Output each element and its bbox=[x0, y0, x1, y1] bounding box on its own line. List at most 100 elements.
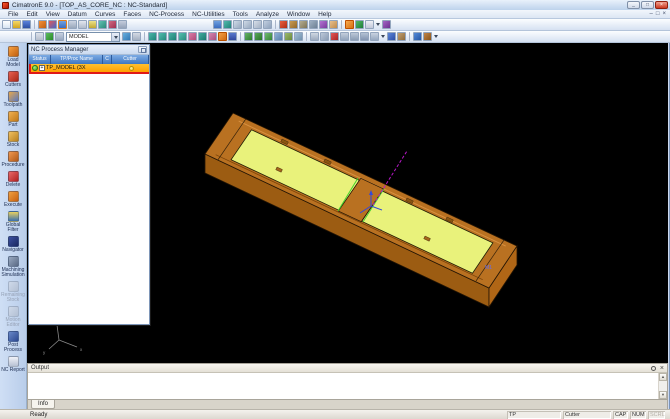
menu-analyze[interactable]: Analyze bbox=[252, 11, 283, 18]
levels-icon[interactable] bbox=[78, 20, 87, 29]
pick-face-icon[interactable] bbox=[294, 32, 303, 41]
sidebar-item-global-filter[interactable]: Global Filter bbox=[0, 210, 27, 234]
entity-options-arrow-icon[interactable] bbox=[380, 32, 386, 41]
nc-setup-icon[interactable] bbox=[35, 32, 44, 41]
sidebar-item-post-process[interactable]: Post Process bbox=[0, 330, 27, 354]
output-scrollbar[interactable]: ▲ ▼ bbox=[658, 373, 667, 399]
sidebar-item-cutters[interactable]: Cutters bbox=[0, 70, 27, 89]
zoom-in-icon[interactable] bbox=[233, 20, 242, 29]
machine-setup-icon[interactable] bbox=[299, 20, 308, 29]
output-close-icon[interactable]: × bbox=[660, 365, 664, 372]
sidebar-item-procedure[interactable]: Procedure bbox=[0, 150, 27, 169]
menu-nc-utilities[interactable]: NC-Utilities bbox=[188, 11, 229, 18]
menu-window[interactable]: Window bbox=[283, 11, 314, 18]
extend-entity-icon[interactable] bbox=[350, 32, 359, 41]
scroll-down-icon[interactable]: ▼ bbox=[659, 391, 667, 399]
pin-icon[interactable] bbox=[651, 366, 656, 371]
faces-toolbar-icon[interactable] bbox=[108, 20, 117, 29]
rotate-view-icon[interactable] bbox=[263, 20, 272, 29]
nc-col-status[interactable]: Status bbox=[29, 55, 51, 64]
uv-toggle-icon[interactable] bbox=[122, 32, 131, 41]
menu-help[interactable]: Help bbox=[314, 11, 335, 18]
trim-entity-icon[interactable] bbox=[340, 32, 349, 41]
gears-pair-icon[interactable] bbox=[289, 20, 298, 29]
sketch-line-icon[interactable] bbox=[310, 32, 319, 41]
sidebar-item-stock[interactable]: Stock bbox=[0, 130, 27, 149]
compass-icon[interactable] bbox=[397, 32, 406, 41]
snap-endpoint-icon[interactable] bbox=[254, 32, 263, 41]
sidebar-item-delete[interactable]: Delete bbox=[0, 170, 27, 189]
tool-purple-icon[interactable] bbox=[319, 20, 328, 29]
clear-selection-icon[interactable] bbox=[218, 32, 227, 41]
output-content[interactable]: ▲ ▼ bbox=[28, 373, 667, 399]
offset-entity-icon[interactable] bbox=[360, 32, 369, 41]
filter-sketches-icon[interactable] bbox=[208, 32, 217, 41]
lamp-icon[interactable] bbox=[88, 20, 97, 29]
save-icon[interactable] bbox=[22, 20, 31, 29]
tab-info[interactable]: Info bbox=[31, 400, 55, 409]
nc-col-cutter[interactable]: Cutter bbox=[112, 55, 149, 64]
nc-panel-dock-button[interactable] bbox=[138, 46, 147, 53]
nc-col-c[interactable]: C bbox=[103, 55, 112, 64]
menu-view[interactable]: View bbox=[42, 11, 64, 18]
shade-mode-icon[interactable] bbox=[132, 32, 141, 41]
sidebar-item-navigator[interactable]: Navigator bbox=[0, 235, 27, 254]
filter-points-icon[interactable] bbox=[188, 32, 197, 41]
sidebar-item-nc-report[interactable]: NC Report bbox=[0, 355, 27, 374]
filter-edges-icon[interactable] bbox=[168, 32, 177, 41]
sidebar-item-part[interactable]: Part bbox=[0, 110, 27, 129]
doc-close-button[interactable]: × bbox=[662, 10, 666, 18]
new-file-icon[interactable] bbox=[2, 20, 11, 29]
menu-tools[interactable]: Tools bbox=[229, 11, 252, 18]
maximize-button[interactable]: □ bbox=[641, 1, 654, 9]
nc-assembly-icon[interactable] bbox=[45, 32, 54, 41]
nc-process-row-selected[interactable]: + TP_MODEL (3X bbox=[29, 64, 149, 74]
sidebar-item-execute[interactable]: Execute bbox=[0, 190, 27, 209]
render-style-icon[interactable] bbox=[423, 32, 432, 41]
menu-nc-process[interactable]: NC-Process bbox=[145, 11, 188, 18]
close-button[interactable]: × bbox=[655, 1, 668, 9]
datum-icon[interactable] bbox=[68, 20, 77, 29]
sidebar-item-machining-simulation[interactable]: Machining Simulation bbox=[0, 255, 27, 279]
doc-restore-button[interactable]: □ bbox=[656, 10, 660, 18]
menu-curves[interactable]: Curves bbox=[91, 11, 120, 18]
delete-entity-icon[interactable] bbox=[330, 32, 339, 41]
cutters-toolbar-icon[interactable] bbox=[48, 20, 57, 29]
filter-curves-icon[interactable] bbox=[178, 32, 187, 41]
report-doc-icon[interactable] bbox=[365, 20, 374, 29]
measure-icon[interactable] bbox=[413, 32, 422, 41]
doc-minimize-button[interactable]: – bbox=[650, 10, 653, 18]
filter-faces-icon[interactable] bbox=[158, 32, 167, 41]
selection-mode-icon[interactable] bbox=[228, 32, 237, 41]
gear-red-icon[interactable] bbox=[279, 20, 288, 29]
redraw-icon[interactable] bbox=[223, 20, 232, 29]
nc-sets-icon[interactable] bbox=[55, 32, 64, 41]
display-window-icon[interactable] bbox=[58, 20, 67, 29]
scroll-up-icon[interactable]: ▲ bbox=[659, 373, 667, 381]
load-model-icon[interactable] bbox=[38, 20, 47, 29]
combo-dropdown-arrow-icon[interactable] bbox=[111, 33, 119, 41]
pick-normal-icon[interactable] bbox=[274, 32, 283, 41]
open-folder-icon[interactable] bbox=[12, 20, 21, 29]
viewport-window-icon[interactable] bbox=[213, 20, 222, 29]
active-set-combobox[interactable]: MODEL bbox=[66, 32, 120, 42]
menu-faces[interactable]: Faces bbox=[119, 11, 145, 18]
sketcher-icon[interactable] bbox=[118, 20, 127, 29]
menu-edit[interactable]: Edit bbox=[22, 11, 41, 18]
stamp-purple-icon[interactable] bbox=[382, 20, 391, 29]
visibility-bulb-icon[interactable] bbox=[129, 66, 134, 71]
menu-datum[interactable]: Datum bbox=[64, 11, 91, 18]
sidebar-item-toolpath[interactable]: Toolpath bbox=[0, 90, 27, 109]
simulator-icon[interactable] bbox=[309, 20, 318, 29]
hand-tool-icon[interactable] bbox=[329, 20, 338, 29]
nc-col-name[interactable]: TP/Proc Name bbox=[51, 55, 103, 64]
menu-file[interactable]: File bbox=[4, 11, 22, 18]
sketch-pencil-icon[interactable] bbox=[320, 32, 329, 41]
sidebar-item-load-model[interactable]: Load Model bbox=[0, 45, 27, 69]
render-style-arrow-icon[interactable] bbox=[433, 32, 439, 41]
filter-solids-icon[interactable] bbox=[198, 32, 207, 41]
corner-entity-icon[interactable] bbox=[370, 32, 379, 41]
globe-icon[interactable] bbox=[355, 20, 364, 29]
report-options-arrow-icon[interactable] bbox=[375, 20, 381, 29]
pick-along-icon[interactable] bbox=[284, 32, 293, 41]
